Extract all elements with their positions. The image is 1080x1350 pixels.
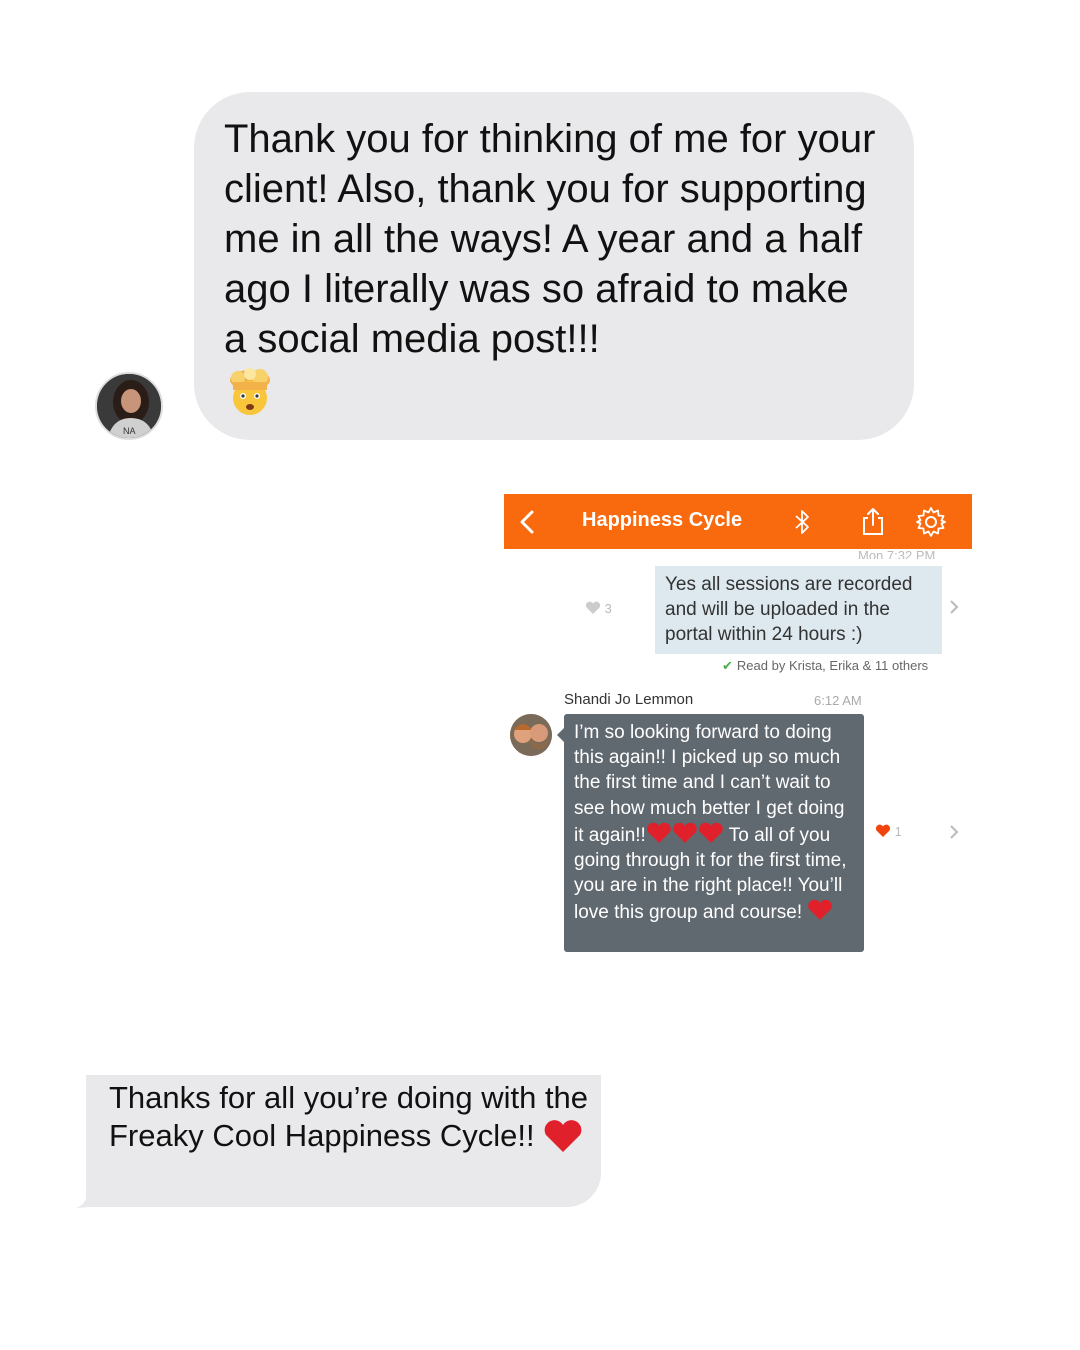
heart-emoji-icon [646,822,724,846]
top-message-bubble: Thank you for thinking of me for your cl… [194,92,914,440]
share-icon[interactable] [857,506,889,538]
bottom-message-bubble: Thanks for all you’re doing with the Fre… [86,1075,601,1207]
heart-filled-icon [875,824,891,837]
heart-outline-icon [585,601,601,614]
bluetooth-icon[interactable] [786,506,818,538]
message-timestamp: Mon 7:32 PM [858,548,936,559]
app-header: Happiness Cycle [504,494,972,549]
like-count[interactable]: 1 [875,824,902,839]
received-message-bubble: I’m so looking forward to doing this aga… [557,714,864,952]
chevron-right-icon[interactable] [948,823,960,846]
like-count[interactable]: 3 [585,601,612,616]
chevron-right-icon[interactable] [948,598,960,621]
app-title: Happiness Cycle [582,509,743,531]
chevron-left-icon[interactable] [512,506,544,538]
sender-name: Shandi Jo Lemmon [564,691,694,708]
avatar: NA [95,372,163,440]
gear-icon[interactable] [915,506,947,538]
sent-message-bubble: Yes all sessions are recorded and will b… [655,566,942,654]
top-message-text: Thank you for thinking of me for your cl… [224,117,876,361]
read-receipt: ✔ Read by Krista, Erika & 11 others [722,658,929,673]
bottom-message-text: Thanks for all you’re doing with the Fre… [109,1080,589,1153]
heart-emoji-icon [543,1118,583,1153]
message-time: 6:12 AM [814,693,862,708]
heart-emoji-icon [807,900,833,923]
check-icon: ✔ [722,658,733,673]
exploding-head-emoji-icon [224,368,882,421]
avatar [510,714,552,756]
svg-text:NA: NA [123,426,136,436]
